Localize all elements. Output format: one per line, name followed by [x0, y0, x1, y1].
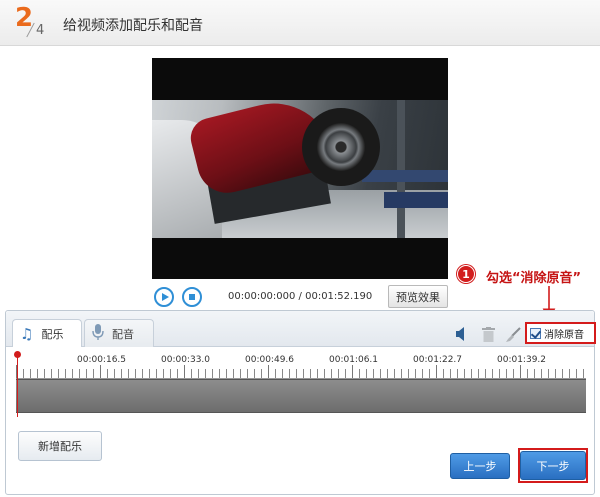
preview-effect-button[interactable]: 预览效果: [388, 285, 448, 308]
page-title: 给视频添加配乐和配音: [63, 18, 203, 34]
microphone-icon: [92, 323, 104, 344]
playhead-handle[interactable]: [14, 351, 21, 358]
tab-bar: ♫ 配乐 配音 消除原音: [6, 311, 596, 347]
tab-dubbing-label: 配音: [112, 327, 134, 341]
tab-music-label: 配乐: [41, 327, 64, 341]
playback-timecode: 00:00:00:000 / 00:01:52.190: [228, 291, 373, 302]
step-total-number: 4: [36, 23, 45, 38]
tick-label: 00:00:16.5: [77, 355, 127, 365]
mute-original-audio-label: 消除原音: [544, 329, 584, 341]
tick-label: 00:00:49.6: [245, 355, 295, 365]
video-frame-image: [152, 100, 448, 238]
tick-label: 00:01:06.1: [329, 355, 379, 365]
previous-step-button[interactable]: 上一步: [450, 453, 510, 479]
trash-icon[interactable]: [479, 324, 497, 344]
annotation-text-1: 勾选“消除原音”: [486, 271, 582, 286]
annotation-badge-1: 1: [457, 265, 475, 283]
brush-icon[interactable]: [504, 324, 522, 344]
speaker-icon[interactable]: [453, 324, 471, 344]
add-music-button[interactable]: 新增配乐: [18, 431, 102, 461]
tab-music[interactable]: ♫ 配乐: [12, 319, 82, 347]
stop-button[interactable]: [182, 287, 202, 307]
timeline-major-ticks: [16, 365, 586, 379]
tick-label: 00:01:22.7: [413, 355, 463, 365]
next-step-button[interactable]: 下一步: [520, 451, 586, 480]
tab-dubbing[interactable]: 配音: [84, 319, 154, 347]
audio-track[interactable]: [16, 379, 586, 413]
mute-original-audio-checkbox[interactable]: 消除原音: [525, 322, 596, 344]
checkbox-checked-icon[interactable]: [530, 327, 541, 339]
tick-label: 00:00:33.0: [161, 355, 211, 365]
tick-label: 00:01:39.2: [497, 355, 547, 365]
music-note-icon: ♫: [20, 324, 34, 343]
video-preview[interactable]: [152, 58, 448, 279]
play-button[interactable]: [154, 287, 174, 307]
audio-panel: ♫ 配乐 配音 消除原音 00:00:16.5 00:00:33.0 00:00…: [5, 310, 596, 495]
playhead[interactable]: [17, 355, 18, 417]
step-header: 2 4 给视频添加配乐和配音: [0, 0, 600, 46]
